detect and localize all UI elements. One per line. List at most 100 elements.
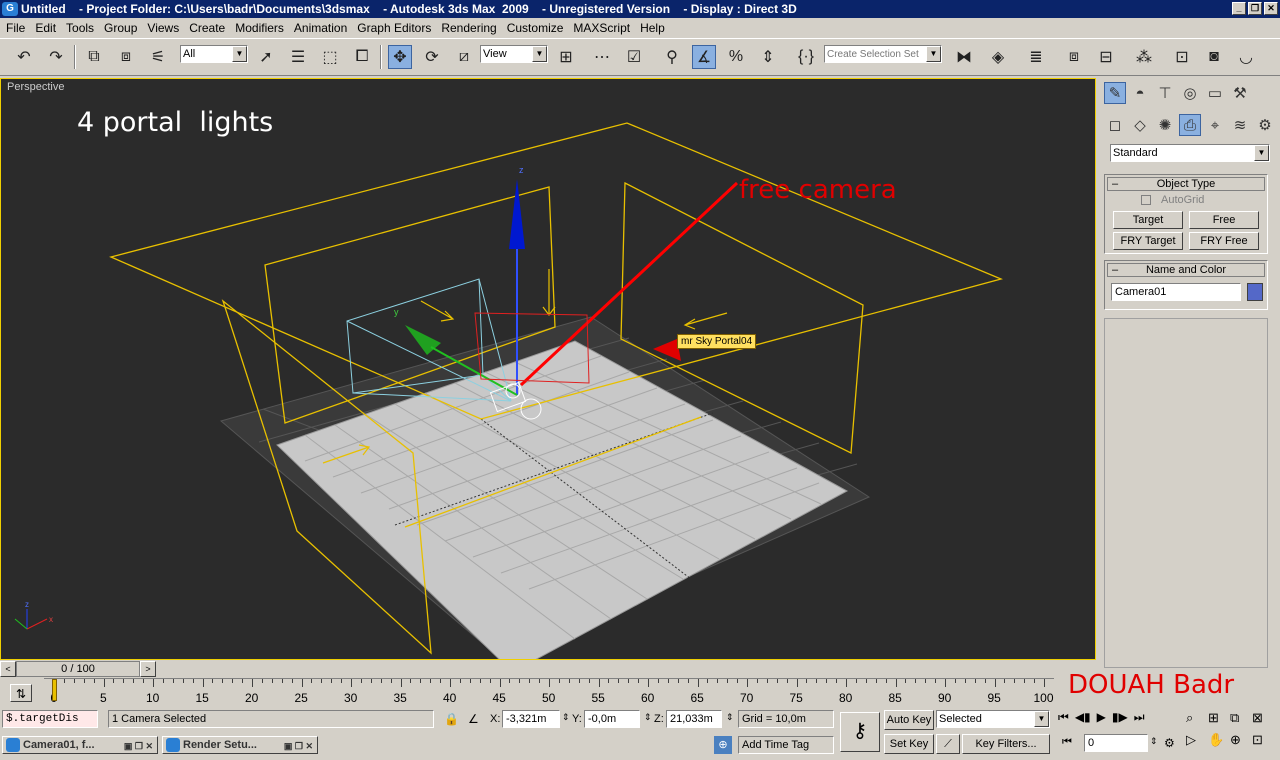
select-by-name-icon[interactable]: ☰: [286, 45, 310, 69]
menu-tools[interactable]: Tools: [62, 21, 100, 35]
systems-icon[interactable]: ⚙: [1254, 114, 1276, 136]
field-of-view-icon[interactable]: ▷: [1186, 732, 1208, 748]
name-and-color-header[interactable]: – Name and Color: [1107, 263, 1265, 277]
minimized-window-camera[interactable]: Camera01, f... ▣ ❐ ✕: [2, 736, 158, 754]
perspective-viewport[interactable]: Perspective z y z x 4 portal lights free…: [0, 78, 1096, 660]
maxscript-listener-input[interactable]: $.targetDis: [2, 710, 98, 728]
selection-set-dropdown[interactable]: Create Selection Set ▼: [824, 45, 942, 63]
x-coord-input[interactable]: -3,321m: [502, 710, 560, 728]
bind-space-warp-icon[interactable]: ⚟: [146, 45, 170, 69]
time-prev-button[interactable]: <: [0, 661, 16, 677]
lock-icon[interactable]: 🔒: [444, 712, 459, 726]
named-selection-icon[interactable]: {·}: [794, 45, 818, 69]
object-name-input[interactable]: Camera01: [1111, 283, 1241, 301]
time-slider[interactable]: 0 / 100: [16, 661, 140, 677]
select-scale-icon[interactable]: ⧄: [452, 45, 476, 69]
x-spinner-icon[interactable]: ⇕: [562, 712, 570, 723]
key-filters-button[interactable]: Key Filters...: [962, 734, 1050, 754]
menu-rendering[interactable]: Rendering: [437, 21, 502, 35]
geometry-icon[interactable]: ◻: [1104, 114, 1126, 136]
select-move-icon[interactable]: ✥: [388, 45, 412, 69]
percent-snap-icon[interactable]: %: [724, 45, 748, 69]
fry-target-button[interactable]: FRY Target: [1113, 232, 1183, 250]
go-to-end-icon[interactable]: ⏭: [1134, 710, 1145, 725]
minimized-window-render-setup[interactable]: Render Setu... ▣ ❐ ✕: [162, 736, 318, 754]
window-controls-icon[interactable]: ▣ ❐ ✕: [284, 738, 313, 754]
snap-toggle-icon[interactable]: ⚲: [660, 45, 684, 69]
zoom-extents-all-icon[interactable]: ⊠: [1252, 710, 1274, 726]
space-warps-icon[interactable]: ≋: [1229, 114, 1251, 136]
menu-edit[interactable]: Edit: [31, 21, 62, 35]
keyboard-shortcut-icon[interactable]: ☑: [622, 45, 646, 69]
mirror-icon[interactable]: ⧓: [952, 45, 976, 69]
undo-icon[interactable]: ↶: [12, 45, 36, 69]
frame-spinner-icon[interactable]: ⇕: [1150, 736, 1158, 747]
play-icon[interactable]: ▶: [1097, 710, 1106, 725]
rendered-frame-icon[interactable]: ◙: [1202, 45, 1226, 69]
motion-tab-icon[interactable]: ◎: [1179, 82, 1201, 104]
render-setup-icon[interactable]: ⊡: [1170, 45, 1194, 69]
spinner-snap-icon[interactable]: ⇕: [756, 45, 780, 69]
set-key-button[interactable]: Set Key: [884, 734, 934, 754]
orbit-icon[interactable]: ⊕: [1230, 732, 1252, 748]
curve-editor-icon[interactable]: ⧈: [1062, 45, 1086, 69]
align-icon[interactable]: ◈: [986, 45, 1010, 69]
menu-group[interactable]: Group: [100, 21, 143, 35]
window-crossing-icon[interactable]: ⧠: [350, 45, 374, 69]
z-spinner-icon[interactable]: ⇕: [726, 712, 734, 723]
current-time-marker[interactable]: [52, 679, 57, 701]
restore-button[interactable]: ❐: [1248, 2, 1262, 15]
autogrid-checkbox[interactable]: [1141, 195, 1151, 205]
object-type-header[interactable]: – Object Type: [1107, 177, 1265, 191]
select-rotate-icon[interactable]: ⟳: [420, 45, 444, 69]
track-filter-icon[interactable]: ⇅: [10, 684, 32, 702]
selection-filter-dropdown[interactable]: All ▼: [180, 45, 248, 63]
time-tag-icon[interactable]: ⊕: [714, 736, 732, 754]
reference-coordinate-dropdown[interactable]: View ▼: [480, 45, 548, 63]
shapes-icon[interactable]: ◇: [1129, 114, 1151, 136]
maximize-viewport-icon[interactable]: ⊡: [1252, 732, 1274, 748]
display-tab-icon[interactable]: ▭: [1204, 82, 1226, 104]
add-time-tag-field[interactable]: Add Time Tag: [738, 736, 834, 754]
fry-free-button[interactable]: FRY Free: [1189, 232, 1259, 250]
cameras-icon[interactable]: ⎙: [1179, 114, 1201, 136]
select-manipulate-icon[interactable]: ⋯: [590, 45, 614, 69]
menu-maxscript[interactable]: MAXScript: [569, 21, 636, 35]
zoom-icon[interactable]: ⌕: [1186, 710, 1208, 726]
absolute-mode-icon[interactable]: ∠: [468, 712, 479, 726]
select-link-icon[interactable]: ⧉: [82, 45, 106, 69]
material-editor-icon[interactable]: ⁂: [1132, 45, 1156, 69]
minimize-button[interactable]: _: [1232, 2, 1246, 15]
menu-file[interactable]: File: [2, 21, 31, 35]
free-camera-button[interactable]: Free: [1189, 211, 1259, 229]
close-button[interactable]: ✕: [1264, 2, 1278, 15]
rectangular-selection-icon[interactable]: ⬚: [318, 45, 342, 69]
angle-snap-icon[interactable]: ∡: [692, 45, 716, 69]
track-bar[interactable]: ⇅ 05101520253035404550556065707580859095…: [0, 670, 1234, 708]
z-coord-input[interactable]: 21,033m: [666, 710, 722, 728]
unlink-icon[interactable]: ⧈: [114, 45, 138, 69]
category-dropdown[interactable]: Standard ▼: [1110, 144, 1270, 162]
modify-tab-icon[interactable]: ◓: [1129, 82, 1151, 104]
hierarchy-tab-icon[interactable]: ⊤: [1154, 82, 1176, 104]
menu-modifiers[interactable]: Modifiers: [231, 21, 290, 35]
y-spinner-icon[interactable]: ⇕: [644, 712, 652, 723]
layer-manager-icon[interactable]: ≣: [1024, 45, 1048, 69]
pan-icon[interactable]: ✋: [1208, 732, 1230, 748]
create-tab-icon[interactable]: ✎: [1104, 82, 1126, 104]
helpers-icon[interactable]: ⌖: [1204, 114, 1226, 136]
schematic-view-icon[interactable]: ⊟: [1094, 45, 1118, 69]
utilities-tab-icon[interactable]: ⚒: [1229, 82, 1251, 104]
key-icon[interactable]: ⚷: [840, 712, 880, 752]
previous-frame-icon[interactable]: ◀▮: [1075, 710, 1091, 725]
target-camera-button[interactable]: Target: [1113, 211, 1183, 229]
redo-icon[interactable]: ↷: [44, 45, 68, 69]
time-next-button[interactable]: >: [140, 661, 156, 677]
window-controls-icon[interactable]: ▣ ❐ ✕: [124, 738, 153, 754]
select-object-icon[interactable]: ➚: [254, 45, 278, 69]
menu-create[interactable]: Create: [185, 21, 231, 35]
next-frame-icon[interactable]: ▮▶: [1112, 710, 1128, 725]
zoom-extents-icon[interactable]: ⧉: [1230, 710, 1252, 726]
menu-views[interactable]: Views: [143, 21, 185, 35]
menu-graph-editors[interactable]: Graph Editors: [353, 21, 437, 35]
